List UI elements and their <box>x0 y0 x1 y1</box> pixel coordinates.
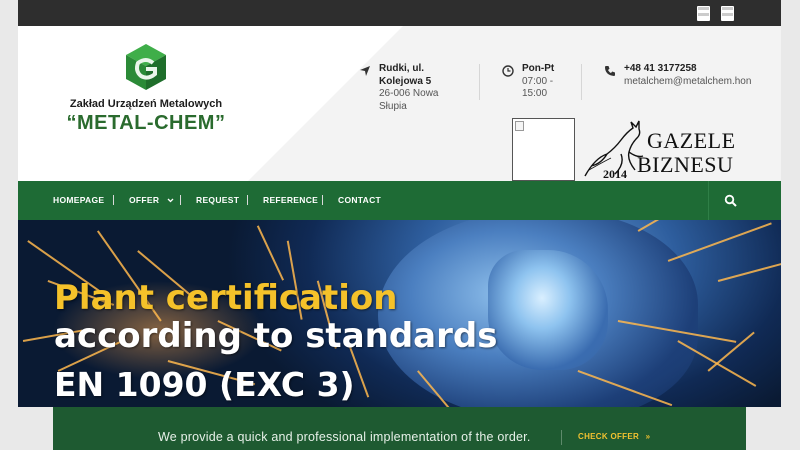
nav-item-offer[interactable]: OFFER <box>129 181 174 220</box>
double-chevron-right-icon: » <box>645 432 651 441</box>
nav-separator <box>322 195 323 205</box>
flag-icon <box>721 7 734 16</box>
address-line-3: 26-006 Nowa <box>379 88 439 99</box>
nav-separator <box>180 195 181 205</box>
spark-streak <box>257 225 285 281</box>
hours-days: Pon-Pt <box>522 63 555 74</box>
call-to-action-bar: We provide a quick and professional impl… <box>53 407 746 450</box>
chevron-down-icon <box>167 198 174 203</box>
nav-item-reference[interactable]: REFERENCE <box>263 181 318 220</box>
gazele-biznesu-award: GAZELE BIZNESU 2014 <box>581 118 756 181</box>
language-flag-2[interactable] <box>721 6 734 21</box>
hours-line-2: 15:00 <box>522 88 548 99</box>
address-line-1: Rudki, ul. <box>379 63 424 74</box>
company-brand: “METAL-CHEM” <box>66 112 226 134</box>
hero-banner: Plant certification according to standar… <box>18 220 781 407</box>
cta-divider <box>561 430 562 445</box>
broken-image-placeholder <box>512 118 575 181</box>
contact-divider <box>479 64 480 100</box>
spark-streak <box>637 220 717 232</box>
nav-item-request[interactable]: REQUEST <box>196 181 239 220</box>
address-line-4: Słupia <box>379 100 407 112</box>
company-name: Zakład Urządzeń Metalowych <box>69 98 223 110</box>
spark-streak <box>717 261 781 282</box>
site-header: Zakład Urządzeń Metalowych “METAL-CHEM” … <box>18 26 781 181</box>
search-icon[interactable] <box>724 194 738 208</box>
contact-divider <box>581 64 582 100</box>
spark-streak <box>667 222 772 262</box>
language-flag-1[interactable] <box>697 6 710 21</box>
flag-icon <box>697 7 710 16</box>
nav-item-contact[interactable]: CONTACT <box>338 181 381 220</box>
metal-chem-cube-logo[interactable] <box>125 43 167 91</box>
nav-separator <box>113 195 114 205</box>
check-offer-button[interactable]: CHECK OFFER » <box>578 432 650 441</box>
award-line-2: BIZNESU <box>637 152 734 177</box>
check-offer-label: CHECK OFFER <box>578 432 640 441</box>
hero-title-line-2: according to standards <box>54 316 498 356</box>
nav-separator <box>247 195 248 205</box>
cta-message: We provide a quick and professional impl… <box>158 430 531 444</box>
nav-item-homepage[interactable]: HOMEPAGE <box>53 181 104 220</box>
nav-item-offer-label: OFFER <box>129 195 160 205</box>
award-line-1: GAZELE <box>647 128 736 153</box>
broken-image-icon <box>515 121 524 131</box>
hero-welding-visor-image <box>488 250 608 370</box>
top-bar <box>18 0 781 26</box>
nav-search-divider <box>708 181 709 220</box>
main-navigation: HOMEPAGE OFFER REQUEST REFERENCE CONTACT <box>18 181 781 220</box>
hero-title-line-3: EN 1090 (EXC 3) <box>54 365 355 404</box>
address-line-2: Kolejowa 5 <box>379 75 432 87</box>
phone-icon <box>605 66 615 76</box>
location-arrow-icon <box>360 66 370 76</box>
clock-icon <box>502 65 514 77</box>
hours-line-1: 07:00 - <box>522 75 554 87</box>
award-year: 2014 <box>603 167 627 181</box>
hero-title-line-1: Plant certification <box>54 278 398 318</box>
phone-number[interactable]: +48 41 3177258 <box>624 63 751 76</box>
email-address[interactable]: metalchem@metalchem.hon <box>624 76 751 89</box>
